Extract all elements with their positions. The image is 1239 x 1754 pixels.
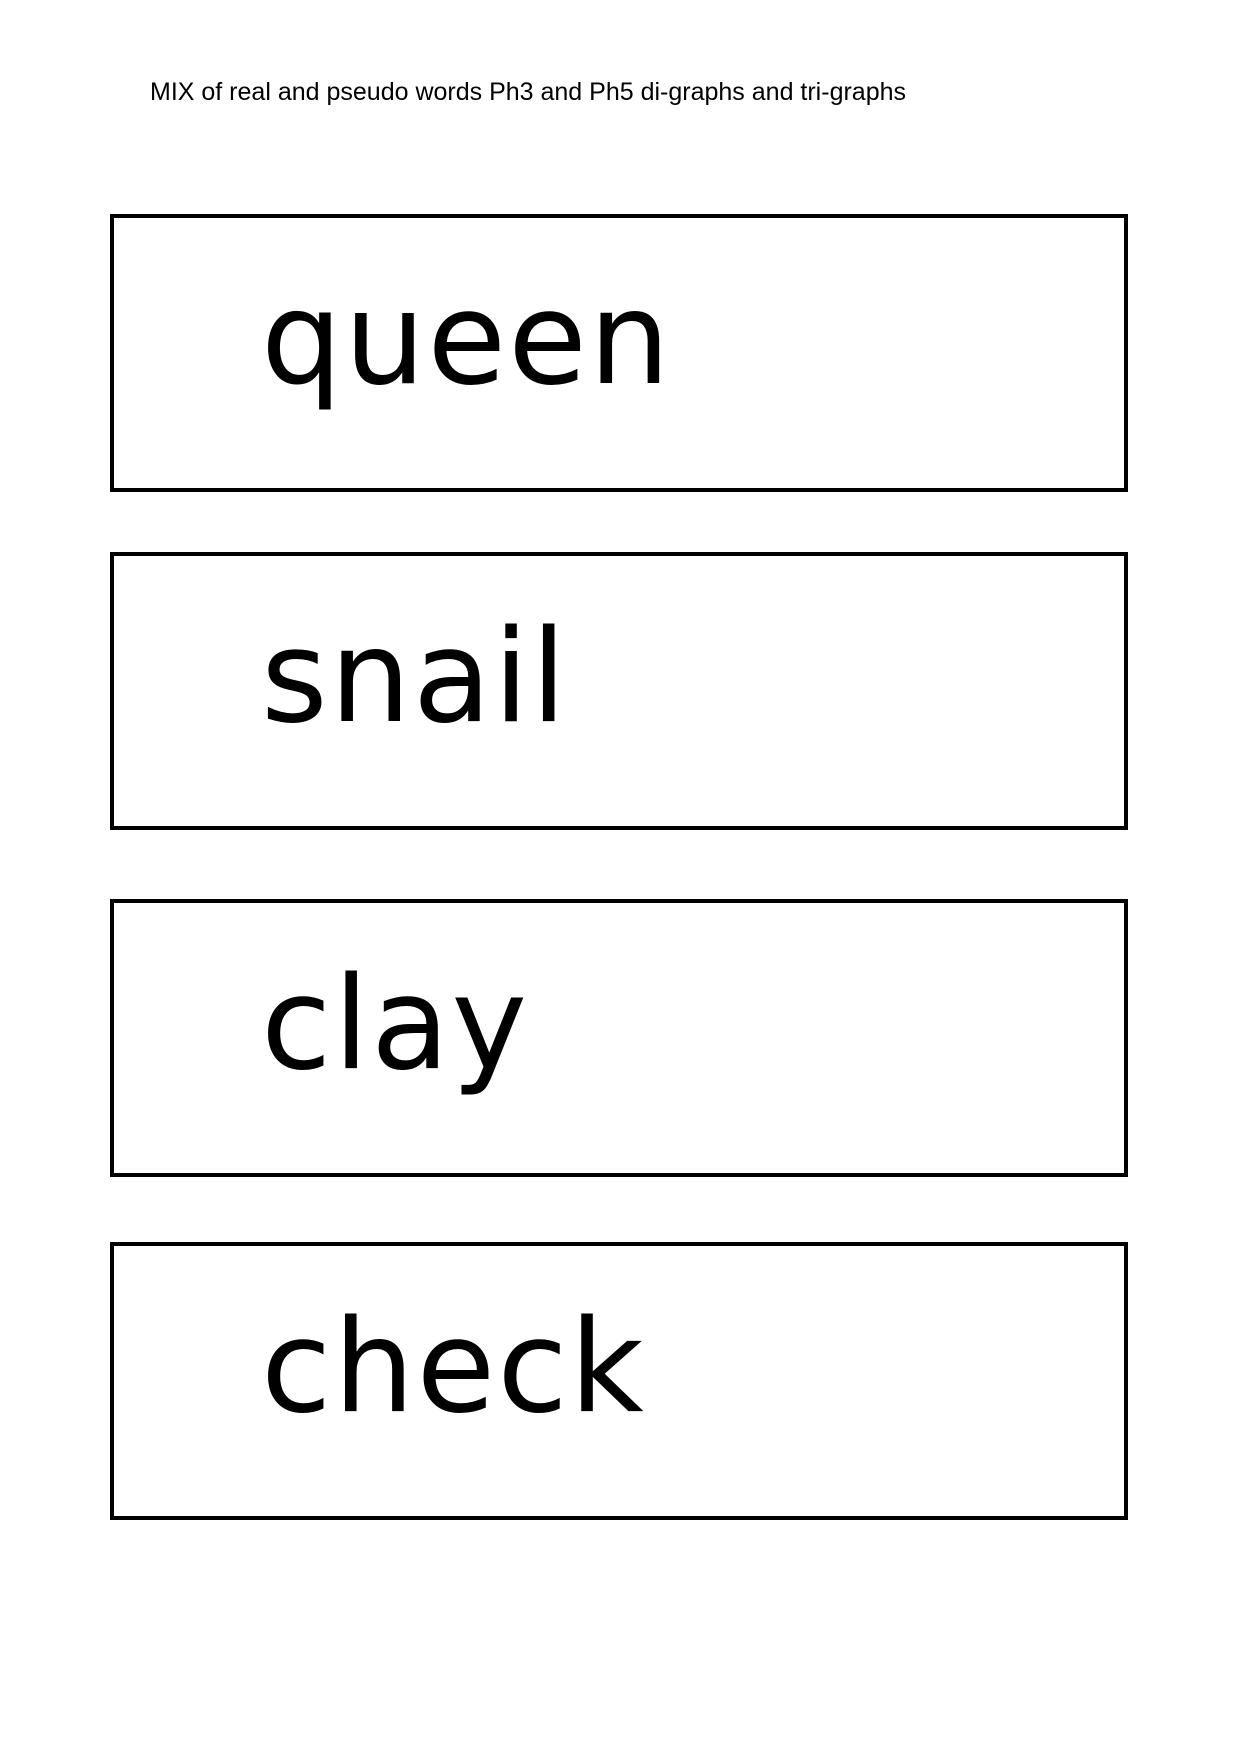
card-word: snail bbox=[261, 603, 569, 752]
card-word: check bbox=[261, 1293, 646, 1442]
card-word: queen bbox=[261, 265, 672, 414]
word-card: queen bbox=[110, 214, 1128, 492]
word-card: clay bbox=[110, 899, 1128, 1177]
word-card: check bbox=[110, 1242, 1128, 1520]
word-card: snail bbox=[110, 552, 1128, 830]
page-title: MIX of real and pseudo words Ph3 and Ph5… bbox=[150, 78, 907, 106]
card-word: clay bbox=[261, 950, 530, 1099]
